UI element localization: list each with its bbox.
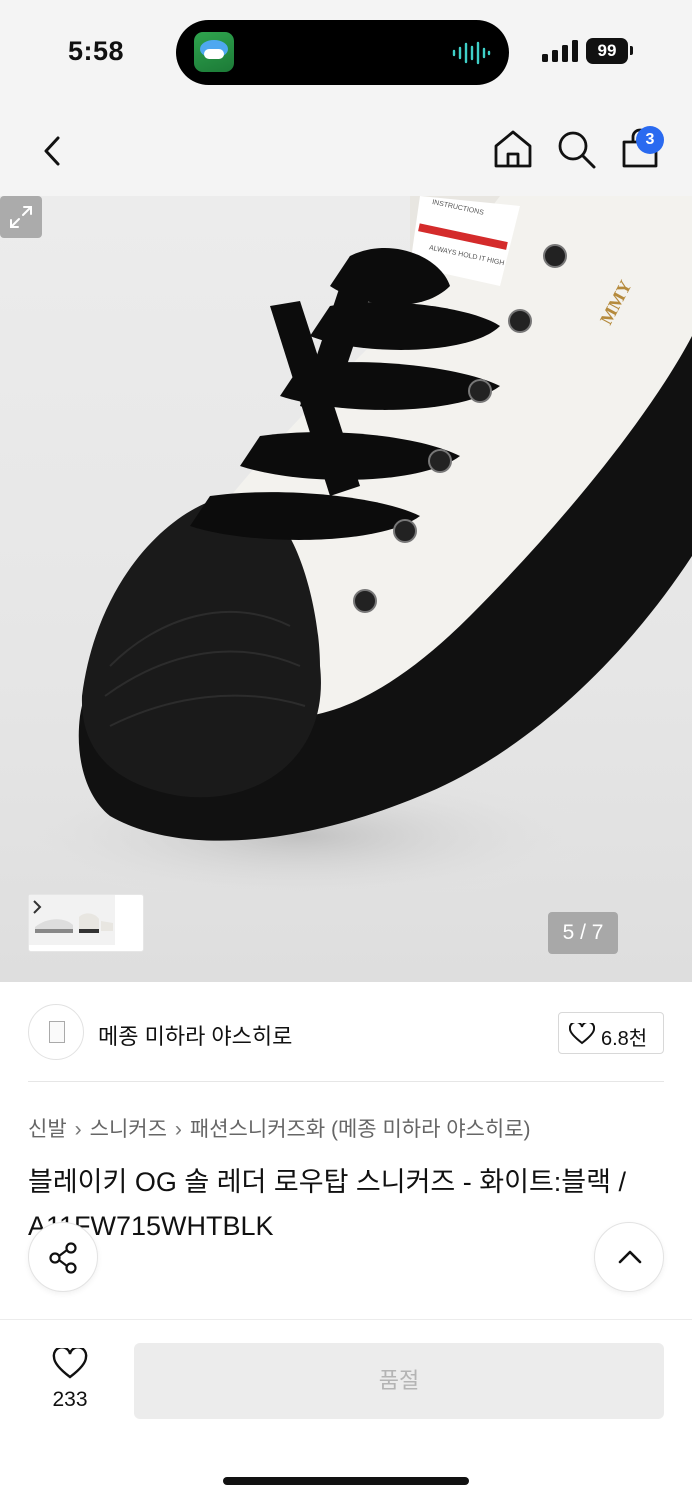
sneaker-image: INSTRUCTIONS ALWAYS HOLD IT HIGH MMY (30, 196, 692, 906)
battery-indicator: 99 (586, 38, 628, 64)
breadcrumb-separator-icon: › (74, 1118, 82, 1141)
chevron-right-icon[interactable] (29, 895, 45, 919)
status-time: 5:58 (68, 36, 125, 66)
top-navigation (0, 100, 692, 196)
brand-logo[interactable] (28, 1004, 84, 1060)
status-bar: 5:58 99 (0, 0, 692, 100)
home-icon[interactable] (490, 126, 536, 172)
breadcrumb: 신발 › 스니커즈 › 패션스니커즈화 (메종 미하라 야스히로) (28, 1113, 531, 1143)
battery-tip (630, 46, 633, 55)
audio-wave-icon (452, 41, 491, 65)
sold-out-button[interactable]: 품절 (134, 1343, 664, 1419)
breadcrumb-separator-icon: › (174, 1118, 182, 1141)
breadcrumb-item[interactable]: 스니커즈 (90, 1118, 167, 1141)
scroll-to-top-button[interactable] (594, 1222, 664, 1292)
brand-like-button[interactable]: 6.8천 (558, 1012, 664, 1054)
breadcrumb-item[interactable]: 신발 (28, 1118, 67, 1141)
thumbnail-strip[interactable] (28, 894, 144, 952)
product-title: 블레이키 OG 솔 레더 로우탑 스니커즈 - 화이트:블랙 / A11FW71… (28, 1167, 626, 1241)
wishlist-count: 233 (52, 1388, 88, 1411)
wishlist-button[interactable]: 233 (40, 1348, 100, 1411)
app-icon (194, 32, 234, 72)
brand-name[interactable]: 메종 미하라 야스히로 (98, 1019, 292, 1051)
dynamic-island[interactable] (176, 20, 509, 85)
home-indicator[interactable] (223, 1477, 469, 1485)
share-icon (49, 1242, 77, 1274)
search-icon[interactable] (553, 126, 599, 172)
breadcrumb-item[interactable]: 패션스니커즈화 (메종 미하라 야스히로) (190, 1118, 531, 1141)
share-button[interactable] (28, 1222, 98, 1292)
brand-logo-image (49, 1021, 65, 1043)
bottom-purchase-bar: 233 품절 (0, 1319, 692, 1500)
cellular-signal-icon (542, 40, 578, 62)
cart-count-badge: 3 (636, 126, 664, 154)
back-icon[interactable] (30, 128, 76, 174)
product-image-gallery[interactable]: INSTRUCTIONS ALWAYS HOLD IT HIGH MMY 5 /… (0, 196, 692, 982)
divider (28, 1081, 664, 1082)
heart-icon (569, 1023, 595, 1045)
chevron-up-icon (618, 1250, 642, 1264)
heart-icon (52, 1348, 88, 1379)
image-counter: 5 / 7 (548, 912, 618, 954)
brand-like-count: 6.8천 (601, 1028, 648, 1050)
brand-row[interactable]: 메종 미하라 야스히로 6.8천 (0, 982, 692, 1082)
expand-icon[interactable] (0, 196, 42, 238)
